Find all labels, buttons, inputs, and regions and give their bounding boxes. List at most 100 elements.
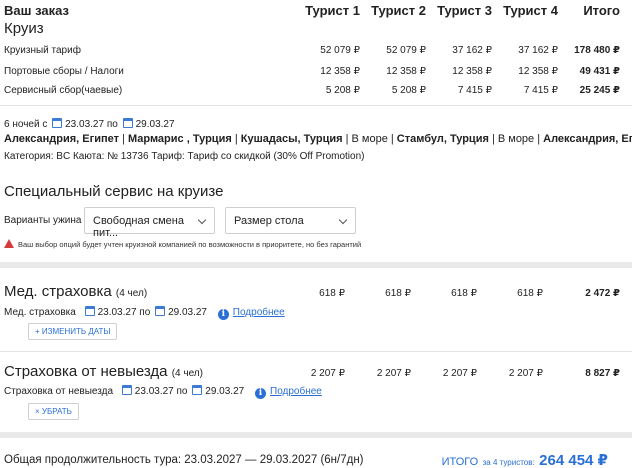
cell-value: 618 ₽ <box>385 288 411 299</box>
route-separator: | В море | <box>342 133 397 145</box>
remove-insurance-button[interactable]: × УБРАТЬ <box>28 403 79 420</box>
row-label: Круизный тариф <box>4 45 81 56</box>
medical-insurance-title: Мед. страховка (4 чел) <box>4 283 147 300</box>
cancel-insurance-line: Страховка от невыезда 23.03.27 по 29.03.… <box>4 385 322 399</box>
calendar-icon <box>192 385 203 395</box>
dinner-select-value: Свободная смена пит... <box>93 215 184 239</box>
section-separator <box>0 432 632 438</box>
row-label: Портовые сборы / Налоги <box>4 66 124 77</box>
route-separator: | <box>231 133 241 145</box>
col-tourist-1: Турист 1 <box>305 3 360 18</box>
table-size-select[interactable]: Размер стола <box>225 207 356 234</box>
route-port: Александрия, Египет <box>543 133 632 145</box>
cell-value: 37 162 ₽ <box>518 45 558 56</box>
medical-total: 2 472 ₽ <box>585 288 620 299</box>
cruise-route: Александрия, Египет | Мармарис , Турция … <box>4 133 632 145</box>
cell-value: 618 ₽ <box>451 288 477 299</box>
total-label: ИТОГО <box>441 456 479 468</box>
calendar-icon <box>84 306 95 316</box>
section-separator <box>0 262 632 268</box>
date-to: 29.03.27 <box>205 386 245 397</box>
cell-value: 618 ₽ <box>319 288 345 299</box>
by-text: по <box>139 307 151 318</box>
warning-text: Ваш выбор опций будет учтен круизной ком… <box>18 240 362 249</box>
medical-insurance-line: Мед. страховка 23.03.27 по 29.03.27 i Под… <box>4 306 285 320</box>
col-tourist-4: Турист 4 <box>503 3 558 18</box>
warning-icon <box>4 239 14 248</box>
cell-value: 12 358 ₽ <box>386 66 426 77</box>
row-total: 49 431 ₽ <box>579 66 620 77</box>
calendar-icon <box>155 306 166 316</box>
order-title: Ваш заказ <box>4 3 69 18</box>
medical-title-text: Мед. страховка <box>4 283 112 300</box>
medical-count: (4 чел) <box>115 288 148 299</box>
chevron-down-icon <box>197 215 207 225</box>
cell-value: 2 207 ₽ <box>442 368 477 379</box>
date-from: 23.03.27 <box>97 307 137 318</box>
col-tourist-3: Турист 3 <box>437 3 492 18</box>
tour-duration: Общая продолжительность тура: 23.03.2027… <box>4 454 364 466</box>
cancel-total: 8 827 ₽ <box>585 368 620 379</box>
cancel-more-link[interactable]: Подробнее <box>270 386 322 397</box>
medical-more-link[interactable]: Подробнее <box>233 307 285 318</box>
cell-value: 37 162 ₽ <box>452 45 492 56</box>
calendar-icon <box>122 118 133 128</box>
route-separator: | В море | <box>488 133 544 145</box>
grand-total: ИТОГО за 4 туристов: 264 454 ₽ <box>442 451 608 468</box>
route-port: Кушадасы, Турция <box>240 133 343 145</box>
row-total: 178 480 ₽ <box>574 45 620 56</box>
calendar-icon <box>52 118 63 128</box>
divider <box>0 105 632 106</box>
col-tourist-2: Турист 2 <box>371 3 426 18</box>
warning-note: Ваш выбор опций будет учтен круизной ком… <box>4 239 361 249</box>
info-icon: i <box>255 388 266 399</box>
cell-value: 12 358 ₽ <box>518 66 558 77</box>
info-icon: i <box>217 309 229 320</box>
by-text: по <box>176 386 188 397</box>
cell-value: 5 208 ₽ <box>391 85 426 96</box>
cancel-label: Страховка от невыезда <box>4 386 114 397</box>
total-sum: 264 454 ₽ <box>539 452 608 468</box>
divider <box>0 351 632 352</box>
route-port: Александрия, Египет <box>4 133 119 145</box>
cell-value: 52 079 ₽ <box>320 45 360 56</box>
chevron-down-icon <box>338 215 348 225</box>
calendar-icon <box>121 385 132 395</box>
date-from: 23.03.27 <box>134 386 174 397</box>
nights-text: 6 ночей с <box>4 119 48 130</box>
cell-value: 2 207 ₽ <box>508 368 543 379</box>
medical-label: Мед. страховка <box>4 307 76 318</box>
special-service-title: Специальный сервис на круизе <box>4 183 224 200</box>
cell-value: 7 415 ₽ <box>457 85 492 96</box>
cell-value: 5 208 ₽ <box>325 85 360 96</box>
cancel-insurance-title: Страховка от невыезда (4 чел) <box>4 363 203 380</box>
date-to: 29.03.27 <box>135 119 175 130</box>
cell-value: 12 358 ₽ <box>452 66 492 77</box>
route-separator: | <box>118 133 128 145</box>
cell-value: 52 079 ₽ <box>386 45 426 56</box>
total-for: за 4 туристов: <box>482 458 535 467</box>
cruise-details: Категория: BC Каюта: № 13736 Тариф: Тари… <box>4 151 365 162</box>
route-port: Мармарис , Турция <box>127 133 232 145</box>
date-to: 29.03.27 <box>168 307 207 318</box>
col-total: Итого <box>583 3 620 18</box>
order-subtitle: Круиз <box>4 20 44 37</box>
table-size-select-value: Размер стола <box>234 215 304 227</box>
route-port: Стамбул, Турция <box>396 133 489 145</box>
cell-value: 618 ₽ <box>517 288 543 299</box>
row-total: 25 245 ₽ <box>579 85 620 96</box>
change-dates-label: + ИЗМЕНИТЬ ДАТЫ <box>35 327 111 336</box>
date-from: 23.03.27 <box>65 119 105 130</box>
cell-value: 2 207 ₽ <box>376 368 411 379</box>
cell-value: 7 415 ₽ <box>523 85 558 96</box>
cancel-title-text: Страховка от невыезда <box>4 363 168 380</box>
dinner-select[interactable]: Свободная смена пит... <box>84 207 215 239</box>
cancel-count: (4 чел) <box>171 368 203 379</box>
cruise-dates: 6 ночей с 23.03.27 по 29.03.27 <box>4 118 175 130</box>
change-dates-button[interactable]: + ИЗМЕНИТЬ ДАТЫ <box>28 323 118 340</box>
dinner-label: Варианты ужина <box>4 215 82 226</box>
by-text: по <box>106 119 118 130</box>
cell-value: 12 358 ₽ <box>320 66 360 77</box>
row-label: Сервисный сбор(чаевые) <box>4 85 123 96</box>
remove-label: × УБРАТЬ <box>35 407 72 416</box>
